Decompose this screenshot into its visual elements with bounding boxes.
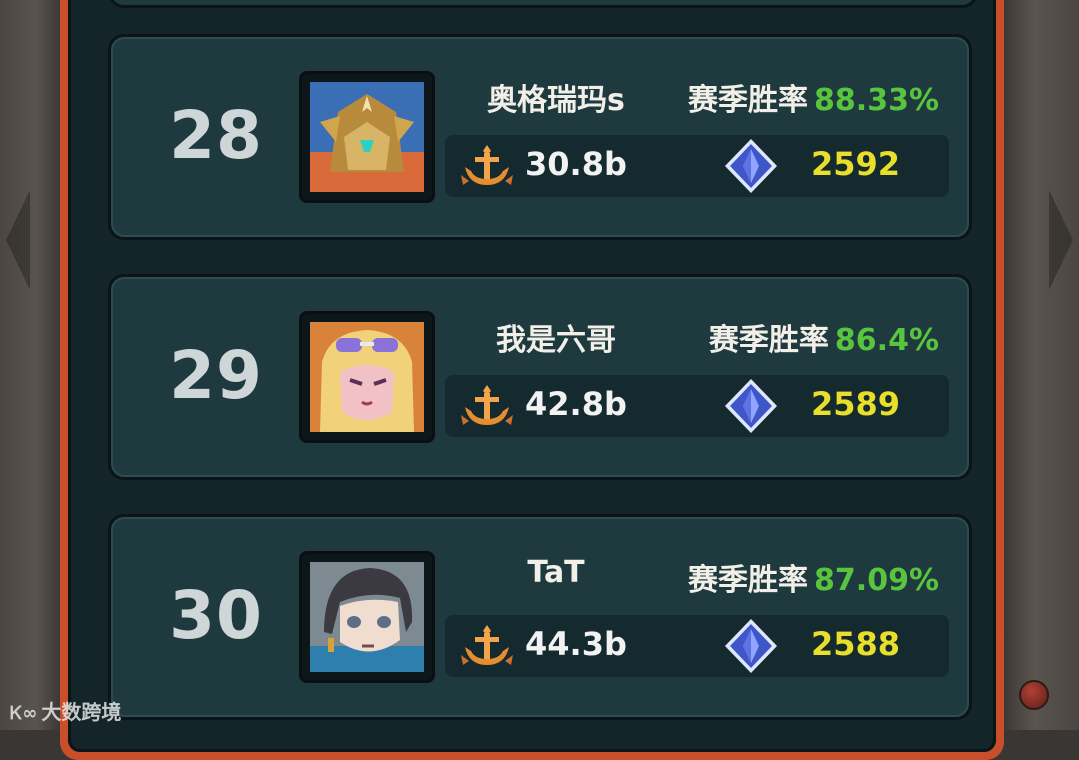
rank-number: 28 <box>169 97 263 174</box>
leaderboard-row[interactable]: 28 奥格瑞玛s 赛季胜率 88.33% 30.8b 2592 <box>108 34 972 240</box>
stats-bar: 30.8b 2592 <box>445 135 949 197</box>
player-name: 我是六哥 <box>496 323 616 358</box>
right-backdrop <box>1004 0 1079 730</box>
power-value: 44.3b <box>525 625 627 663</box>
anchor-power-icon <box>461 145 513 185</box>
win-rate-value: 87.09% <box>814 563 939 598</box>
right-arrow-icon[interactable] <box>1049 190 1073 290</box>
win-rate-value: 88.33% <box>814 83 939 118</box>
rank-number: 30 <box>169 577 263 654</box>
power-value: 42.8b <box>525 385 627 423</box>
win-rate-label: 赛季胜率 <box>688 83 809 118</box>
crystal-score-icon <box>725 619 777 673</box>
score-value: 2588 <box>811 625 901 663</box>
anchor-power-icon <box>461 625 513 665</box>
season-win-rate: 赛季胜率 87.09% <box>688 555 939 599</box>
dark-haired-boy-avatar-icon <box>310 562 424 672</box>
player-avatar[interactable] <box>299 551 435 683</box>
win-rate-label: 赛季胜率 <box>688 563 809 598</box>
golden-armored-knight-avatar-icon <box>310 82 424 192</box>
stats-bar: 44.3b 2588 <box>445 615 949 677</box>
score-value: 2592 <box>811 145 901 183</box>
power-value: 30.8b <box>525 145 627 183</box>
player-avatar[interactable] <box>299 71 435 203</box>
red-knob-icon <box>1019 680 1049 710</box>
watermark-text: 大数跨境 <box>41 700 122 724</box>
left-arrow-icon[interactable] <box>6 190 30 290</box>
previous-entry-card-edge <box>108 0 978 8</box>
crystal-score-icon <box>725 139 777 193</box>
watermark-logo: Ꮶ∞ <box>10 703 38 724</box>
rank-number: 29 <box>169 337 263 414</box>
season-win-rate: 赛季胜率 88.33% <box>688 75 939 119</box>
left-backdrop <box>0 0 60 730</box>
win-rate-label: 赛季胜率 <box>708 323 829 358</box>
season-win-rate: 赛季胜率 86.4% <box>709 315 939 359</box>
win-rate-value: 86.4% <box>834 323 939 358</box>
crystal-score-icon <box>725 379 777 433</box>
anchor-power-icon <box>461 385 513 425</box>
leaderboard-row[interactable]: 29 我是六哥 赛季胜率 86.4% 42.8b 2589 <box>108 274 972 480</box>
stats-bar: 42.8b 2589 <box>445 375 949 437</box>
blonde-girl-sunglasses-avatar-icon <box>310 322 424 432</box>
leaderboard-row[interactable]: 30 TaT 赛季胜率 87.09% 44.3b 2588 <box>108 514 972 720</box>
player-name: TaT <box>527 555 585 590</box>
watermark: Ꮶ∞ 大数跨境 <box>10 696 121 725</box>
player-name: 奥格瑞玛s <box>487 83 625 118</box>
player-avatar[interactable] <box>299 311 435 443</box>
score-value: 2589 <box>811 385 901 423</box>
